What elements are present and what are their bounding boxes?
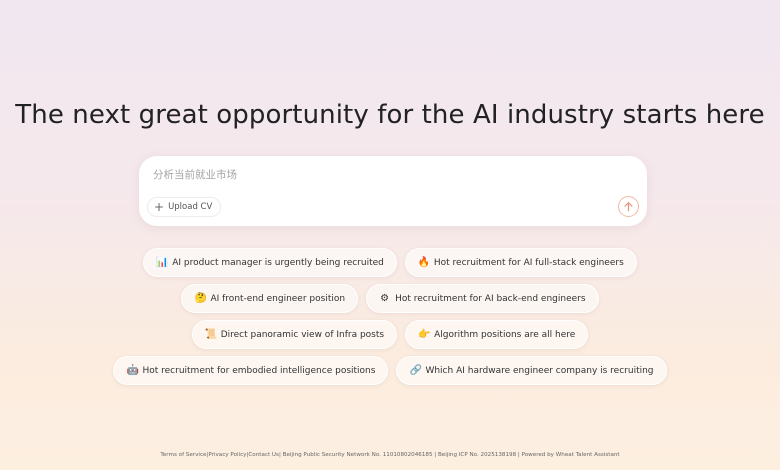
plus-icon: + bbox=[154, 200, 165, 214]
footer: Terms of Service|Privacy Policy|Contact … bbox=[0, 452, 780, 458]
thinking-face-icon: 🤔 bbox=[194, 293, 207, 304]
search-input[interactable] bbox=[153, 169, 593, 181]
upload-cv-label: Upload CV bbox=[168, 202, 213, 212]
suggestion-label: AI product manager is urgently being rec… bbox=[172, 257, 384, 268]
suggestion-label: AI front-end engineer position bbox=[210, 293, 346, 304]
suggestion-label: Hot recruitment for AI back-end engineer… bbox=[395, 293, 586, 304]
suggestion-chip-algorithm[interactable]: 👉 Algorithm positions are all here bbox=[405, 320, 589, 349]
terms-of-service-link[interactable]: Terms of Service bbox=[160, 452, 206, 458]
footer-info: | Beijing Public Security Network No. 11… bbox=[278, 452, 620, 458]
suggestion-chip-ai-full-stack[interactable]: 🔥 Hot recruitment for AI full-stack engi… bbox=[404, 248, 637, 277]
suggestion-chip-ai-back-end[interactable]: ⚙ Hot recruitment for AI back-end engine… bbox=[366, 284, 599, 313]
suggestion-chip-embodied-intelligence[interactable]: 🤖 Hot recruitment for embodied intellige… bbox=[113, 356, 389, 385]
suggestion-label: Direct panoramic view of Infra posts bbox=[220, 329, 385, 340]
suggestion-label: Algorithm positions are all here bbox=[434, 329, 576, 340]
suggestion-label: Hot recruitment for AI full-stack engine… bbox=[433, 257, 624, 268]
suggestion-list: 📊 AI product manager is urgently being r… bbox=[0, 248, 780, 392]
fire-icon: 🔥 bbox=[417, 257, 431, 268]
suggestion-chip-ai-hardware[interactable]: 🔗 Which AI hardware engineer company is … bbox=[396, 356, 667, 385]
privacy-policy-link[interactable]: |Privacy Policy| bbox=[206, 452, 248, 458]
pointing-hand-icon: 👉 bbox=[418, 329, 431, 340]
upload-cv-button[interactable]: + Upload CV bbox=[147, 197, 222, 217]
arrow-up-icon bbox=[624, 202, 633, 212]
suggestion-chip-infra[interactable]: 📜 Direct panoramic view of Infra posts bbox=[191, 320, 398, 349]
page-title: The next great opportunity for the AI in… bbox=[15, 100, 765, 130]
suggestion-chip-ai-front-end[interactable]: 🤔 AI front-end engineer position bbox=[181, 284, 359, 313]
suggestion-row: 📊 AI product manager is urgently being r… bbox=[0, 248, 780, 278]
robot-icon: 🤖 bbox=[126, 365, 139, 376]
suggestion-label: Which AI hardware engineer company is re… bbox=[425, 365, 654, 376]
send-button[interactable] bbox=[618, 196, 639, 217]
suggestion-row: 🤖 Hot recruitment for embodied intellige… bbox=[0, 356, 780, 386]
scroll-icon: 📜 bbox=[204, 329, 218, 340]
bar-chart-icon: 📊 bbox=[156, 257, 169, 268]
suggestion-label: Hot recruitment for embodied intelligenc… bbox=[142, 365, 376, 376]
link-icon: 🔗 bbox=[409, 365, 422, 376]
suggestion-chip-ai-product-manager[interactable]: 📊 AI product manager is urgently being r… bbox=[143, 248, 397, 277]
gear-icon: ⚙ bbox=[380, 293, 390, 304]
suggestion-row: 📜 Direct panoramic view of Infra posts 👉… bbox=[0, 320, 780, 350]
contact-us-link[interactable]: Contact Us bbox=[248, 452, 279, 458]
suggestion-row: 🤔 AI front-end engineer position ⚙ Hot r… bbox=[0, 284, 780, 314]
search-card: + Upload CV bbox=[139, 156, 647, 226]
